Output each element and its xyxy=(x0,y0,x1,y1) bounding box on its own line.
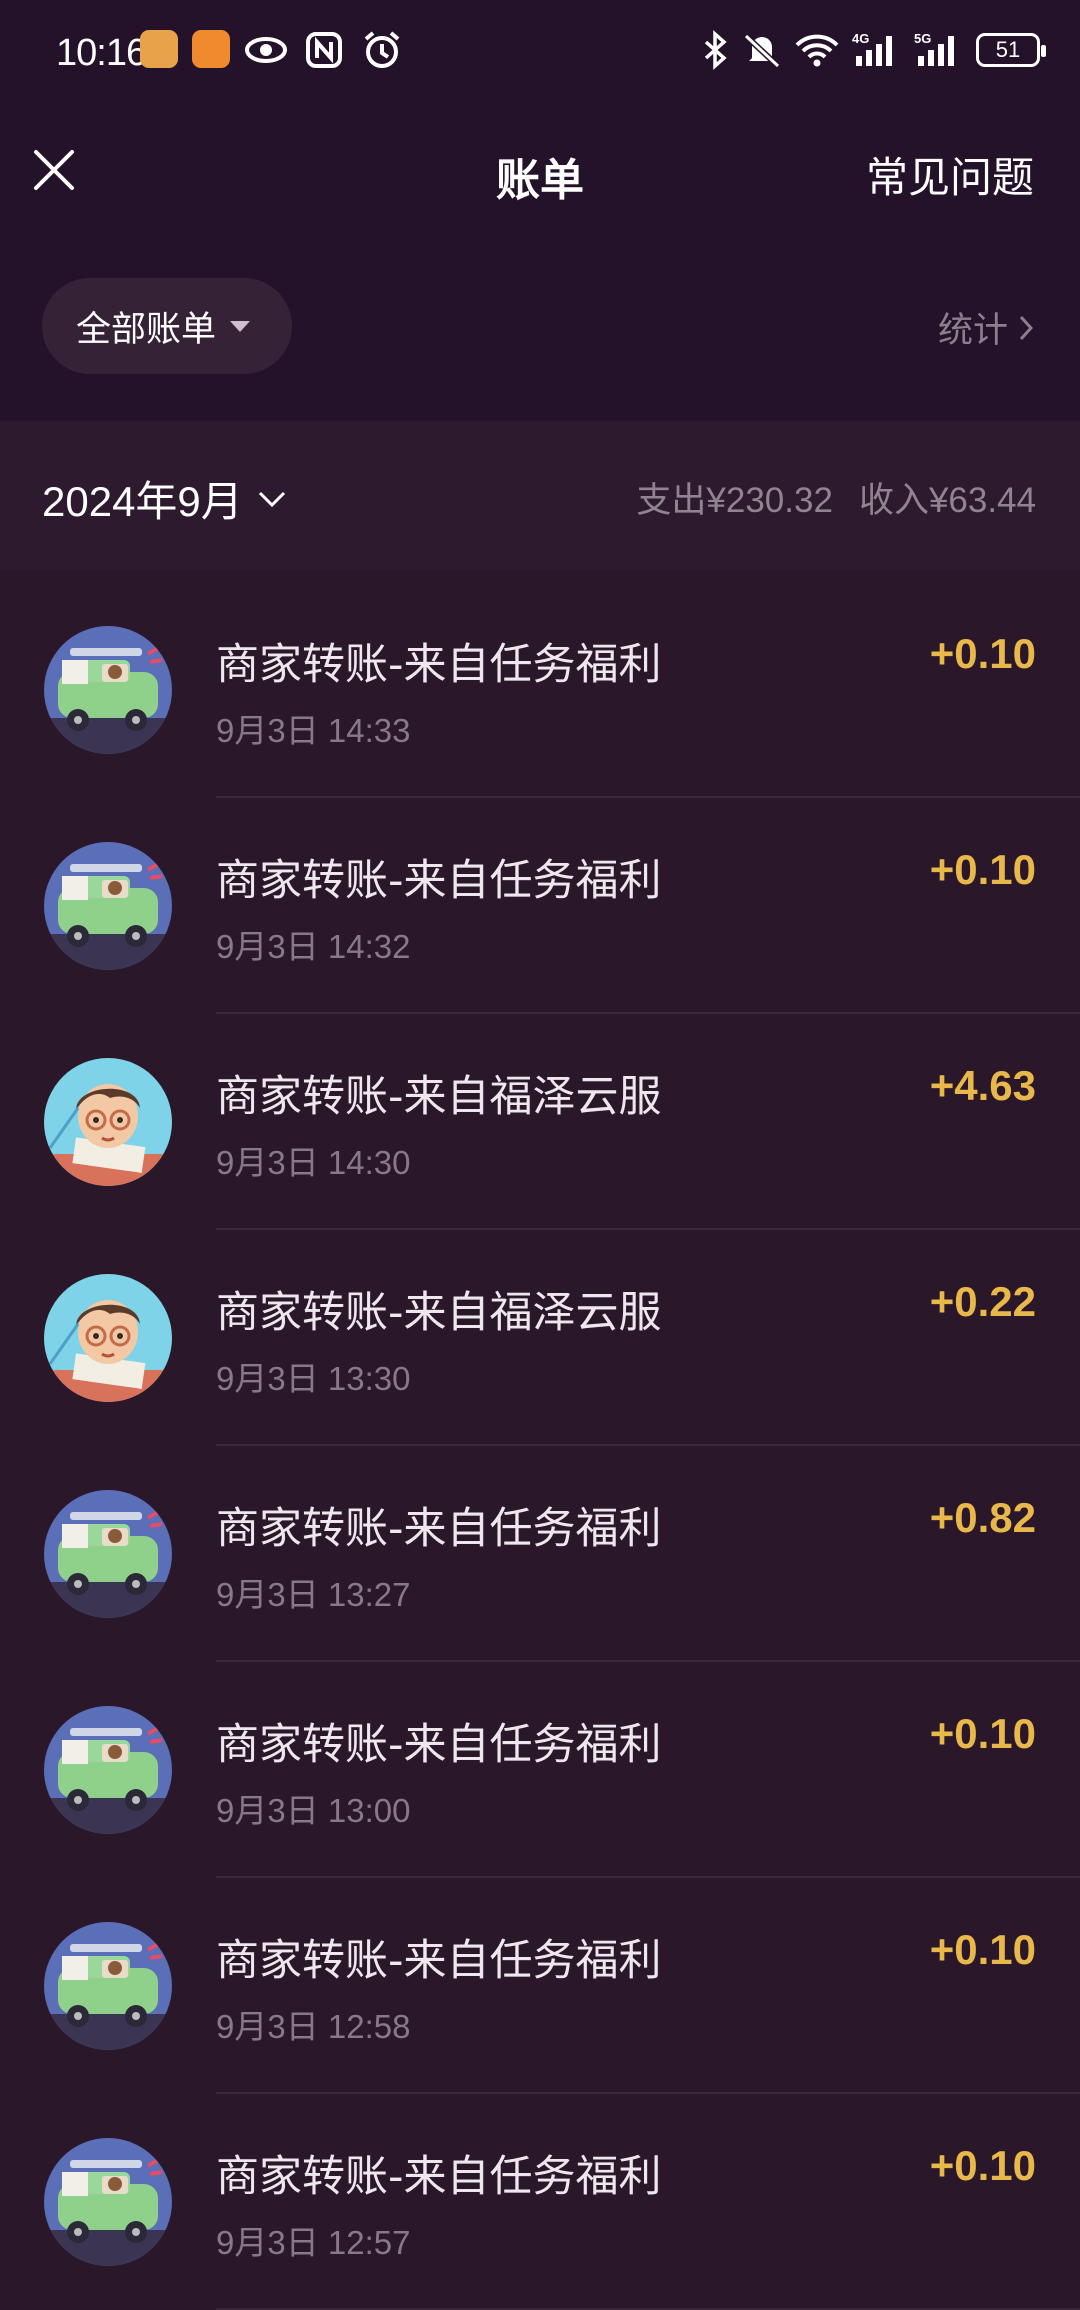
transaction-amount: +0.82 xyxy=(929,1494,1036,1541)
transaction-list: 商家转账-来自任务福利 9月3日 14:33 +0.10 商家转账-来自任务福利 9月… xyxy=(0,582,1080,2310)
nfc-icon xyxy=(306,32,342,68)
merchant-avatar xyxy=(44,2138,172,2266)
chevron-right-icon xyxy=(1019,315,1034,340)
signal-4g-icon: 4G xyxy=(852,31,892,66)
chevron-down-icon xyxy=(258,491,285,507)
eye-icon xyxy=(245,37,287,63)
merchant-avatar xyxy=(44,626,172,754)
transaction-amount: +4.63 xyxy=(929,1062,1036,1109)
mute-icon xyxy=(743,33,781,69)
app-notification-icon xyxy=(192,30,230,68)
transaction-amount: +0.10 xyxy=(929,2142,1036,2189)
status-bar: 10:16 4G 5G 51 xyxy=(0,0,1080,110)
stats-link[interactable]: 统计 xyxy=(938,302,1034,353)
system-icons: 4G 5G 51 xyxy=(700,30,1046,70)
transaction-time: 9月3日 13:00 xyxy=(216,1792,411,1829)
month-income: 收入¥63.44 xyxy=(858,481,1036,520)
app-notification-icon xyxy=(140,30,178,68)
transaction-time: 9月3日 13:27 xyxy=(216,1576,411,1613)
transaction-amount: +0.22 xyxy=(929,1278,1036,1325)
transaction-row[interactable]: 商家转账-来自任务福利 9月3日 13:27 +0.82 xyxy=(0,1446,1080,1662)
merchant-avatar xyxy=(44,1706,172,1834)
month-expense: 支出¥230.32 xyxy=(636,481,833,520)
transaction-time: 9月3日 14:32 xyxy=(216,928,411,965)
month-selector[interactable]: 2024年9月 xyxy=(42,468,287,529)
transaction-time: 9月3日 14:33 xyxy=(216,712,411,749)
transaction-row[interactable]: 商家转账-来自福泽云服 9月3日 14:30 +4.63 xyxy=(0,1014,1080,1230)
transaction-row[interactable]: 商家转账-来自任务福利 9月3日 14:33 +0.10 xyxy=(0,582,1080,798)
transaction-amount: +0.10 xyxy=(929,630,1036,677)
transaction-title: 商家转账-来自任务福利 xyxy=(216,1504,662,1554)
merchant-avatar xyxy=(44,1058,172,1186)
transaction-title: 商家转账-来自任务福利 xyxy=(216,640,662,690)
month-label: 2024年9月 xyxy=(42,478,243,525)
caret-down-icon xyxy=(230,320,251,332)
status-time: 10:16 xyxy=(56,32,147,74)
transaction-time: 9月3日 12:58 xyxy=(216,2008,411,2045)
faq-link[interactable]: 常见问题 xyxy=(866,144,1034,205)
transaction-title: 商家转账-来自任务福利 xyxy=(216,1720,662,1770)
bluetooth-icon xyxy=(704,30,727,70)
transaction-row[interactable]: 商家转账-来自任务福利 9月3日 12:58 +0.10 xyxy=(0,1878,1080,2094)
battery-level: 51 xyxy=(995,37,1021,62)
transaction-amount: +0.10 xyxy=(929,1926,1036,1973)
transaction-title: 商家转账-来自任务福利 xyxy=(216,856,662,906)
transaction-amount: +0.10 xyxy=(929,846,1036,893)
transaction-row[interactable]: 商家转账-来自福泽云服 9月3日 13:30 +0.22 xyxy=(0,1230,1080,1446)
battery-icon: 51 xyxy=(976,33,1046,67)
transaction-row[interactable]: 商家转账-来自任务福利 9月3日 12:57 +0.10 xyxy=(0,2094,1080,2310)
transaction-title: 商家转账-来自福泽云服 xyxy=(216,1288,662,1338)
merchant-avatar xyxy=(44,842,172,970)
transaction-title: 商家转账-来自任务福利 xyxy=(216,2152,662,2202)
notification-icons xyxy=(140,30,404,70)
transaction-amount: +0.10 xyxy=(929,1710,1036,1757)
merchant-avatar xyxy=(44,1490,172,1618)
signal-5g-icon: 5G xyxy=(914,31,954,66)
merchant-avatar xyxy=(44,1922,172,2050)
transaction-row[interactable]: 商家转账-来自任务福利 9月3日 13:00 +0.10 xyxy=(0,1662,1080,1878)
svg-text:4G: 4G xyxy=(852,31,869,46)
month-summary: 支出¥230.32 收入¥63.44 xyxy=(610,472,1036,523)
bill-filter-dropdown[interactable]: 全部账单 xyxy=(42,278,292,374)
wifi-icon xyxy=(795,34,839,67)
transaction-time: 9月3日 13:30 xyxy=(216,1360,411,1397)
transaction-time: 9月3日 14:30 xyxy=(216,1144,411,1181)
transaction-title: 商家转账-来自任务福利 xyxy=(216,1936,662,1986)
bill-filter-label: 全部账单 xyxy=(76,309,217,350)
stats-label: 统计 xyxy=(937,311,1008,351)
transaction-time: 9月3日 12:57 xyxy=(216,2224,411,2261)
svg-text:5G: 5G xyxy=(914,31,931,46)
merchant-avatar xyxy=(44,1274,172,1402)
transaction-row[interactable]: 商家转账-来自任务福利 9月3日 14:32 +0.10 xyxy=(0,798,1080,1014)
transaction-title: 商家转账-来自福泽云服 xyxy=(216,1072,662,1122)
alarm-icon xyxy=(364,31,400,68)
